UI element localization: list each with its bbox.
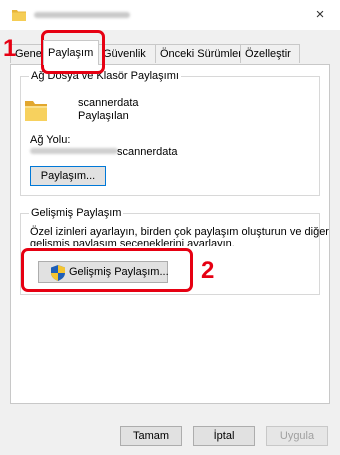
properties-dialog: × Genel Paylaşım Güvenlik Önceki Sürümle… xyxy=(0,0,340,455)
step1-number: 1 xyxy=(3,35,17,62)
tab-sharing[interactable]: Paylaşım xyxy=(43,40,99,65)
cancel-button[interactable]: İptal xyxy=(193,426,255,446)
advanced-sharing-button[interactable]: Gelişmiş Paylaşım... xyxy=(38,261,169,283)
advanced-sharing-group-title: Gelişmiş Paylaşım xyxy=(29,207,124,219)
share-status: Paylaşılan xyxy=(78,110,129,122)
advanced-sharing-description-1: Özel izinleri ayarlayın, birden çok payl… xyxy=(30,226,329,238)
advanced-sharing-description-2: gelişmiş paylaşım seçeneklerini ayarlayı… xyxy=(30,238,235,246)
network-path-value: scannerdata xyxy=(117,146,178,158)
network-path-label: Ağ Yolu: xyxy=(30,134,71,146)
window-title xyxy=(34,12,130,18)
share-button[interactable]: Paylaşım... xyxy=(30,166,106,186)
tab-strip: Genel Paylaşım Güvenlik Önceki Sürümler … xyxy=(10,40,330,65)
apply-button[interactable]: Uygula xyxy=(266,426,328,446)
network-sharing-group-title: Ağ Dosya ve Klasör Paylaşımı xyxy=(29,70,181,82)
folder-icon xyxy=(12,10,26,21)
uac-shield-icon xyxy=(51,265,65,281)
tab-customize[interactable]: Özelleştir xyxy=(240,44,300,63)
close-icon[interactable]: × xyxy=(310,6,330,24)
folder-icon xyxy=(25,101,47,121)
advanced-sharing-button-label: Gelişmiş Paylaşım... xyxy=(69,266,169,278)
folder-name: scannerdata xyxy=(78,97,139,109)
tab-security[interactable]: Güvenlik xyxy=(98,44,156,63)
ok-button[interactable]: Tamam xyxy=(120,426,182,446)
title-bar: × xyxy=(0,0,340,30)
step2-number: 2 xyxy=(201,257,215,284)
network-path-host xyxy=(30,148,118,154)
tab-previous-versions[interactable]: Önceki Sürümler xyxy=(155,44,242,63)
